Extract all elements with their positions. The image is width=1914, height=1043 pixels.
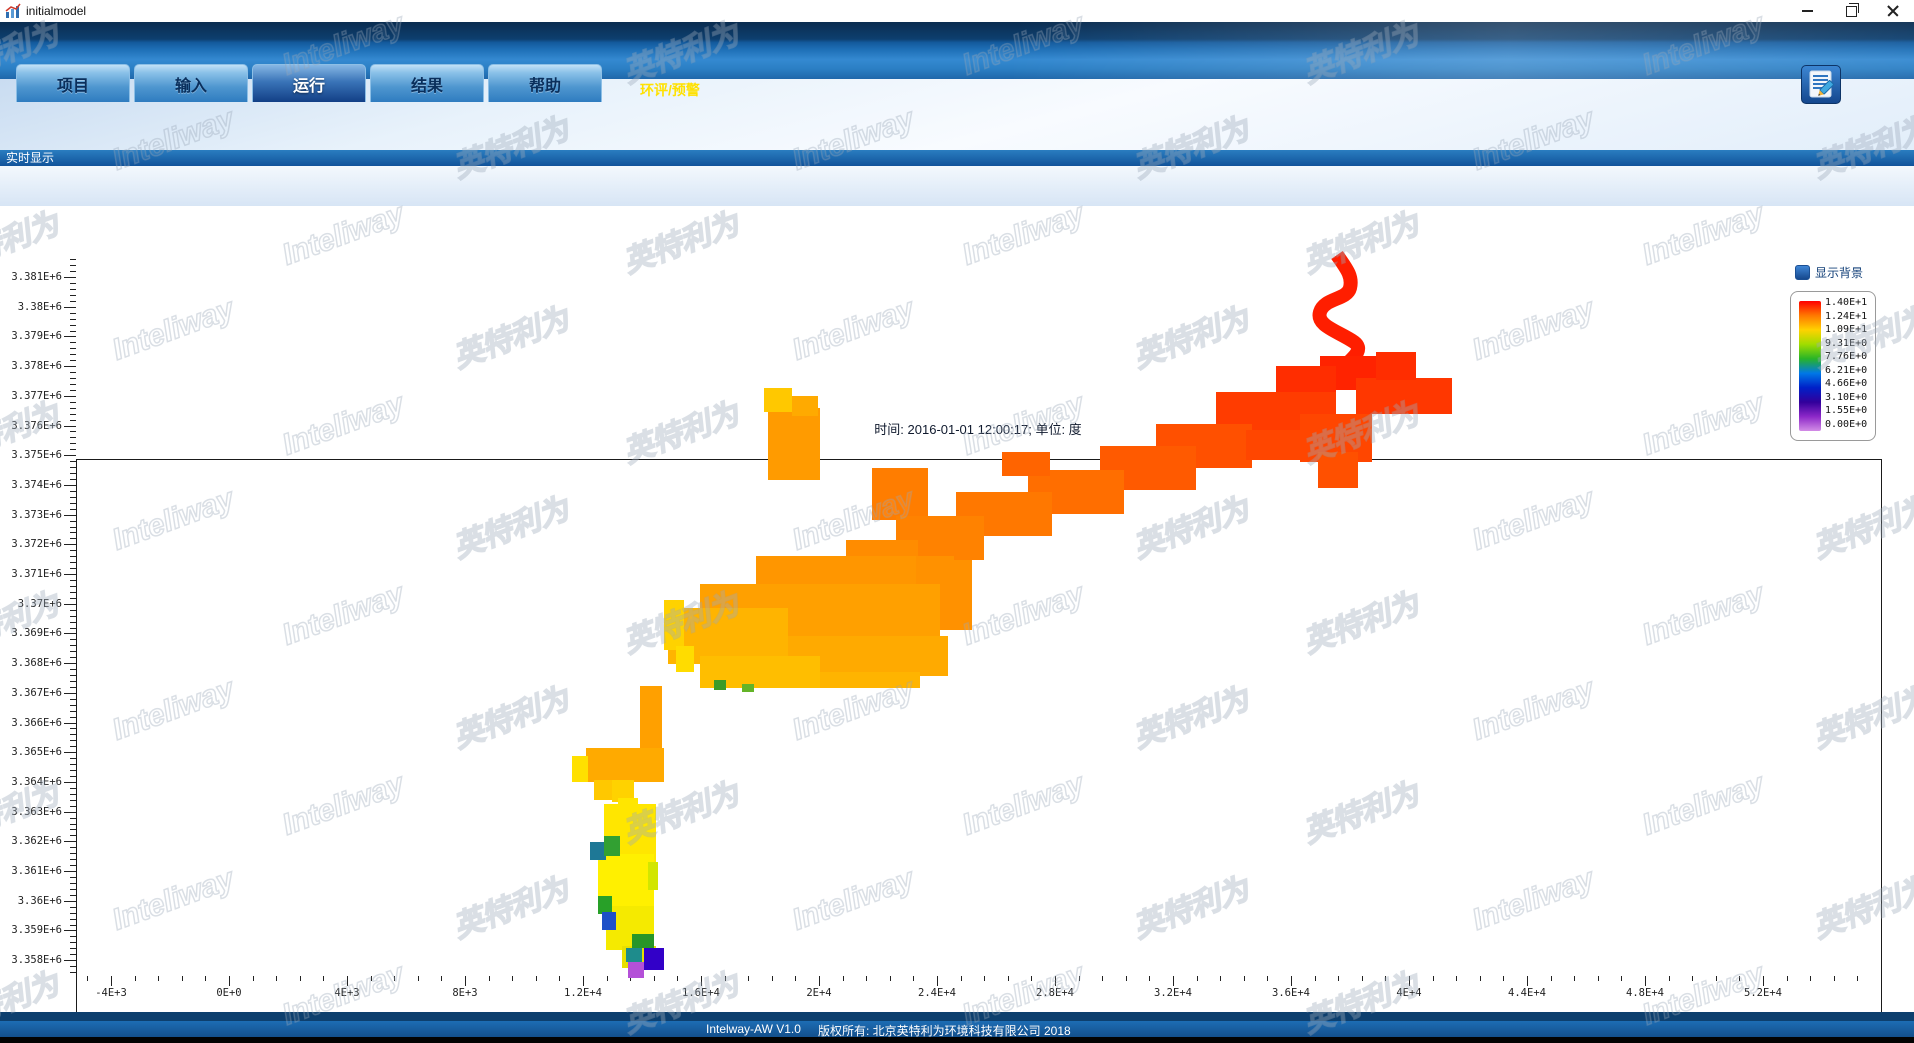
legend-value: 0.00E+0 <box>1825 419 1873 430</box>
tab-env-warning[interactable]: 环评/预警 <box>640 80 700 100</box>
legend-value: 1.40E+1 <box>1825 297 1873 308</box>
legend-value: 1.24E+1 <box>1825 311 1873 322</box>
realtime-controls: 关闭图形显示 指标 水温 水层 1 输出间隔(小时) 自定义图谱 显示网格 出入… <box>0 166 1914 207</box>
legend-value: 3.10E+0 <box>1825 392 1873 403</box>
legend-value: 1.55E+0 <box>1825 405 1873 416</box>
tab-help[interactable]: 帮助 <box>488 64 602 102</box>
colorbar-legend: 1.40E+1 1.24E+1 1.09E+1 9.31E+0 7.76E+0 6.21E… <box>1790 291 1876 441</box>
legend-value: 9.31E+0 <box>1825 338 1873 349</box>
application-window: initialmodel 项目 输入 运行 结果 帮助 环评/预警 运行模型 已… <box>0 0 1914 1043</box>
realtime-display-header: 实时显示 <box>0 150 1914 166</box>
restore-icon <box>1846 6 1857 17</box>
app-icon <box>5 3 21 19</box>
show-background-label: 显示背景 <box>1815 264 1863 281</box>
plot-canvas <box>76 459 1882 1043</box>
time-unit-label: 时间: 2016-01-01 12:00:17; 单位: 度 <box>76 419 1880 438</box>
close-button[interactable] <box>1876 0 1910 22</box>
legend-value: 1.09E+1 <box>1825 324 1873 335</box>
legend-value: 7.76E+0 <box>1825 351 1873 362</box>
menu-bar: 项目 输入 运行 结果 帮助 环评/预警 <box>0 22 1914 79</box>
chart-content: 时间: 2016-01-01 12:00:17; 单位: 度 <box>0 206 1914 1012</box>
show-background-row: 显示背景 <box>1795 264 1863 281</box>
minimize-icon <box>1802 10 1813 12</box>
close-icon <box>1887 5 1899 17</box>
tab-results[interactable]: 结果 <box>370 64 484 102</box>
tab-input[interactable]: 输入 <box>134 64 248 102</box>
legend-value: 4.66E+0 <box>1825 378 1873 389</box>
status-bar: Intelway-AW V1.0 版权所有: 北京英特利为环境科技有限公司 20… <box>0 1021 1914 1037</box>
title-bar: initialmodel <box>0 0 1914 22</box>
colorbar-gradient <box>1799 301 1821 431</box>
show-background-checkbox[interactable] <box>1795 265 1810 280</box>
app-version-text: Intelway-AW V1.0 <box>706 1022 801 1036</box>
window-title: initialmodel <box>26 4 86 18</box>
footer-black-strip <box>0 1037 1914 1043</box>
tab-project[interactable]: 项目 <box>16 64 130 102</box>
minimize-button[interactable] <box>1790 0 1824 22</box>
document-edit-icon[interactable] <box>1801 65 1841 104</box>
footer-dark-strip <box>0 1012 1914 1021</box>
legend-value: 6.21E+0 <box>1825 365 1873 376</box>
restore-button[interactable] <box>1834 0 1868 22</box>
tab-run[interactable]: 运行 <box>252 64 366 102</box>
